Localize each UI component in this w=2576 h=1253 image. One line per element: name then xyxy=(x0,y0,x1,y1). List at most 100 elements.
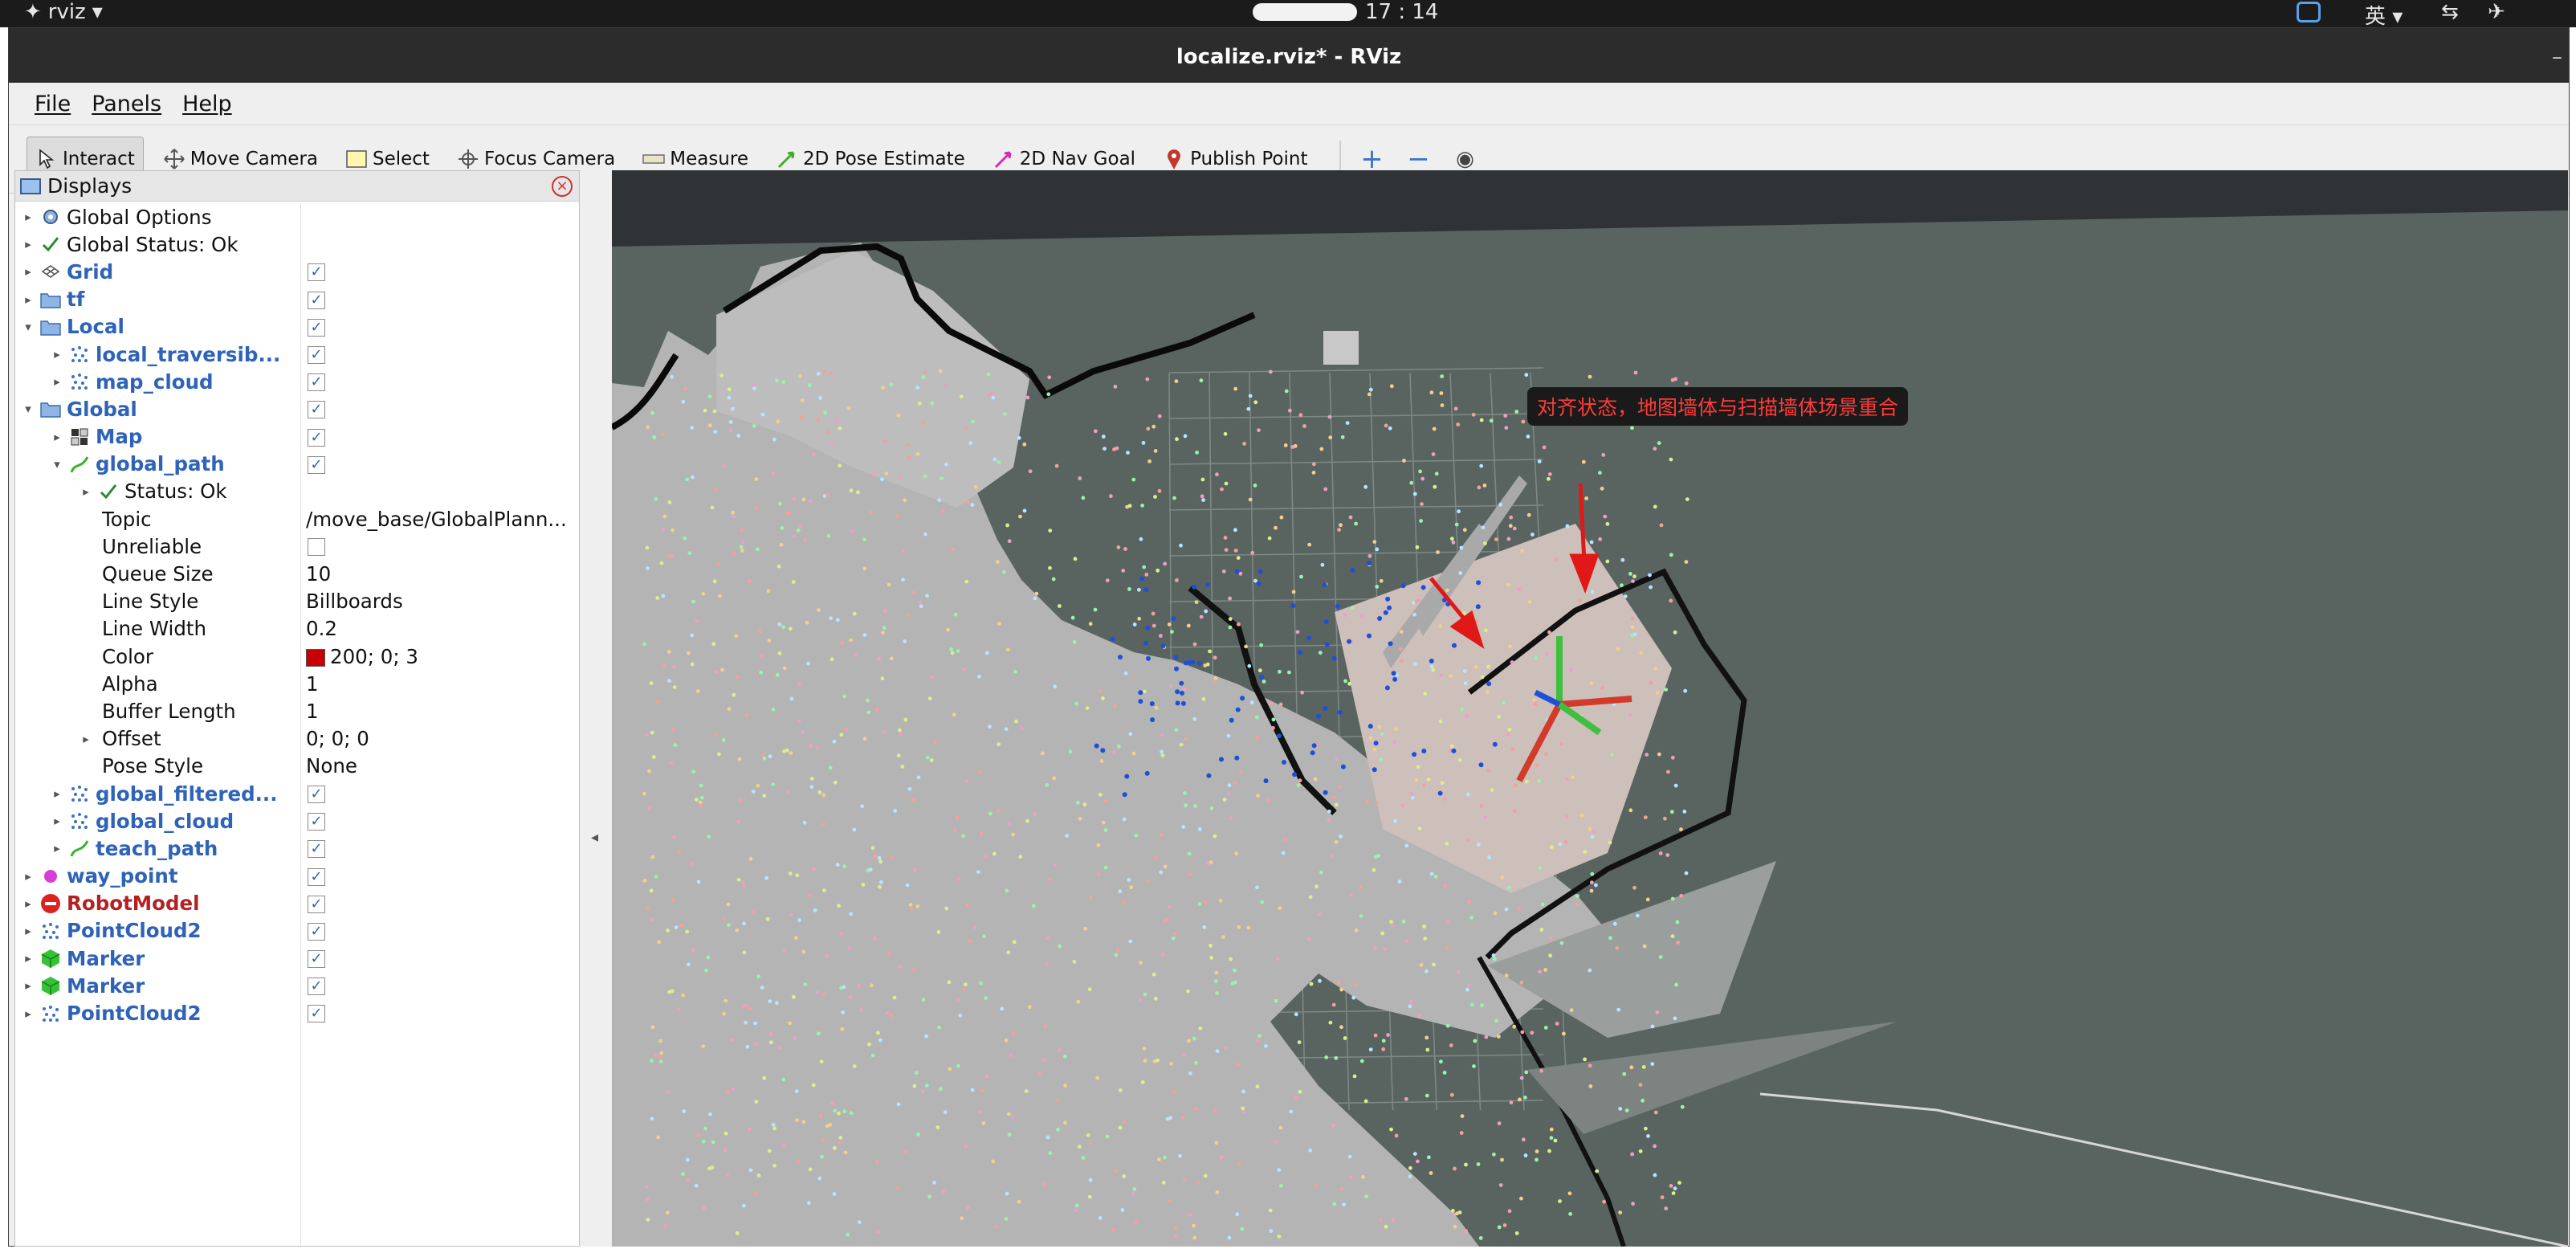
display-row[interactable]: ▾ global_path ✓ xyxy=(15,451,579,478)
minimize-icon[interactable]: – xyxy=(2552,28,2562,86)
collapsed-arrow-icon[interactable]: ▸ xyxy=(20,237,36,251)
collapsed-arrow-icon[interactable]: ▸ xyxy=(20,951,36,965)
display-row[interactable]: ▸ way_point ✓ xyxy=(15,863,579,890)
collapsed-arrow-icon[interactable]: ▸ xyxy=(20,869,36,884)
display-row[interactable]: ▸ global_filtered... ✓ xyxy=(15,780,579,807)
display-checkbox[interactable] xyxy=(308,538,325,557)
collapsed-arrow-icon[interactable]: ▸ xyxy=(20,264,36,279)
collapsed-arrow-icon[interactable]: ▸ xyxy=(20,978,36,993)
collapsed-arrow-icon[interactable]: ▸ xyxy=(49,430,65,444)
collapsed-arrow-icon[interactable]: ▸ xyxy=(49,841,65,855)
collapse-left-icon: ◂ xyxy=(591,829,599,846)
menu-help[interactable]: Help xyxy=(182,92,232,116)
display-checkbox[interactable]: ✓ xyxy=(308,978,325,996)
expanded-arrow-icon[interactable]: ▾ xyxy=(49,457,65,471)
display-checkbox[interactable]: ✓ xyxy=(308,401,325,419)
display-checkbox[interactable]: ✓ xyxy=(308,263,325,282)
display-row[interactable]: Topic/move_base/GlobalPlann... xyxy=(15,505,579,533)
display-checkbox[interactable]: ✓ xyxy=(308,922,325,941)
input-method-indicator[interactable]: 英 ▾ xyxy=(2365,0,2403,30)
collapsed-arrow-icon[interactable]: ▸ xyxy=(49,374,65,389)
collapsed-arrow-icon[interactable]: ▸ xyxy=(20,896,36,911)
chevron-down-icon: ▾ xyxy=(92,0,103,24)
display-row-value[interactable]: /move_base/GlobalPlann... xyxy=(306,508,571,531)
expanded-arrow-icon[interactable]: ▾ xyxy=(20,402,36,416)
display-checkbox[interactable]: ✓ xyxy=(308,428,325,447)
collapsed-arrow-icon[interactable]: ▸ xyxy=(20,210,36,224)
display-row[interactable]: ▸ teach_path ✓ xyxy=(15,835,579,862)
system-status-icons[interactable]: ⇆ ✈ xyxy=(2441,0,2517,24)
display-row[interactable]: ▸ Offset 0; 0; 0 xyxy=(15,725,579,753)
display-row[interactable]: ▸ Grid ✓ xyxy=(15,258,579,285)
display-row-label: global_path xyxy=(96,452,225,476)
display-row[interactable]: Line Style Billboards xyxy=(15,588,579,615)
display-checkbox[interactable]: ✓ xyxy=(308,373,325,392)
app-menu[interactable]: ✦ rviz ▾ xyxy=(24,0,103,24)
collapsed-arrow-icon[interactable]: ▸ xyxy=(49,814,65,828)
collapsed-arrow-icon[interactable]: ▸ xyxy=(20,292,36,307)
display-row[interactable]: ▸ local_traversib... ✓ xyxy=(15,341,579,368)
display-row[interactable]: Queue Size 10 xyxy=(15,560,579,587)
tray-app-icon[interactable] xyxy=(2297,2,2321,22)
display-row-value[interactable]: None xyxy=(306,754,571,778)
collapsed-arrow-icon[interactable]: ▸ xyxy=(49,347,65,361)
display-checkbox[interactable]: ✓ xyxy=(308,840,325,859)
clock[interactable]: 17 : 14 xyxy=(1365,0,1438,24)
expanded-arrow-icon[interactable]: ▾ xyxy=(20,320,36,334)
display-checkbox[interactable]: ✓ xyxy=(308,895,325,913)
display-row[interactable]: ▸ PointCloud2 ✓ xyxy=(15,917,579,945)
display-row[interactable]: ▸ Global Options xyxy=(15,203,579,231)
display-row-value[interactable]: Billboards xyxy=(306,590,571,613)
display-checkbox[interactable]: ✓ xyxy=(308,318,325,337)
display-checkbox[interactable]: ✓ xyxy=(308,785,325,803)
window-titlebar[interactable]: localize.rviz* - RViz – xyxy=(9,28,2569,83)
close-panel-icon[interactable]: × xyxy=(552,176,573,197)
display-row[interactable]: ▸ RobotModel ✓ xyxy=(15,890,579,917)
display-checkbox[interactable]: ✓ xyxy=(308,950,325,969)
display-row-value[interactable]: 200; 0; 3 xyxy=(306,645,571,668)
display-row[interactable]: Line Width 0.2 xyxy=(15,615,579,643)
display-row[interactable]: ▸ global_cloud ✓ xyxy=(15,807,579,835)
collapsed-arrow-icon[interactable]: ▸ xyxy=(49,786,65,801)
display-row[interactable]: Alpha 1 xyxy=(15,670,579,697)
display-row[interactable]: ▸ Global Status: Ok xyxy=(15,231,579,258)
collapsed-arrow-icon[interactable]: ▸ xyxy=(78,484,94,499)
display-row[interactable]: Pose Style None xyxy=(15,753,579,780)
display-row-value-text: 1 xyxy=(306,699,319,723)
display-row-label: global_filtered... xyxy=(96,782,278,806)
display-row-value[interactable]: 1 xyxy=(306,672,571,696)
path-icon xyxy=(68,453,91,475)
collapsed-arrow-icon[interactable]: ▸ xyxy=(20,924,36,938)
display-row[interactable]: ▸ Status: Ok xyxy=(15,478,579,505)
display-checkbox[interactable]: ✓ xyxy=(308,813,325,831)
display-row[interactable]: Color 200; 0; 3 xyxy=(15,643,579,670)
display-row[interactable]: ▸ PointCloud2 ✓ xyxy=(15,999,579,1026)
panel-splitter[interactable]: ◂ xyxy=(580,170,612,1247)
menu-panels[interactable]: Panels xyxy=(92,92,161,116)
color-swatch[interactable] xyxy=(306,648,325,667)
display-row[interactable]: ▸ tf ✓ xyxy=(15,286,579,313)
display-row[interactable]: Unreliable xyxy=(15,533,579,560)
display-row-value[interactable]: 1 xyxy=(306,700,571,723)
display-row[interactable]: ▸ map_cloud ✓ xyxy=(15,368,579,395)
display-row[interactable]: ▸ Map ✓ xyxy=(15,423,579,451)
display-row[interactable]: Buffer Length 1 xyxy=(15,697,579,724)
display-row[interactable]: ▾ Global ✓ xyxy=(15,395,579,422)
notification-pill[interactable] xyxy=(1253,3,1357,21)
render-3d-view[interactable]: 对齐状态，地图墙体与扫描墙体场景重合 xyxy=(612,170,2568,1247)
display-checkbox[interactable]: ✓ xyxy=(308,867,325,886)
display-row[interactable]: ▸ Marker ✓ xyxy=(15,945,579,972)
collapsed-arrow-icon[interactable]: ▸ xyxy=(20,1006,36,1021)
display-checkbox[interactable]: ✓ xyxy=(308,455,325,474)
display-row-value[interactable]: 0.2 xyxy=(306,617,571,640)
display-row-label: Global xyxy=(67,397,137,421)
collapsed-arrow-icon[interactable]: ▸ xyxy=(78,732,94,746)
menu-file[interactable]: File xyxy=(35,92,71,116)
display-checkbox[interactable]: ✓ xyxy=(308,291,325,309)
display-row[interactable]: ▾ Local ✓ xyxy=(15,313,579,341)
display-row[interactable]: ▸ Marker ✓ xyxy=(15,972,579,999)
display-row-value[interactable]: 10 xyxy=(306,562,571,586)
display-checkbox[interactable]: ✓ xyxy=(308,1005,325,1023)
display-row-value[interactable]: 0; 0; 0 xyxy=(306,727,571,750)
display-checkbox[interactable]: ✓ xyxy=(308,345,325,364)
